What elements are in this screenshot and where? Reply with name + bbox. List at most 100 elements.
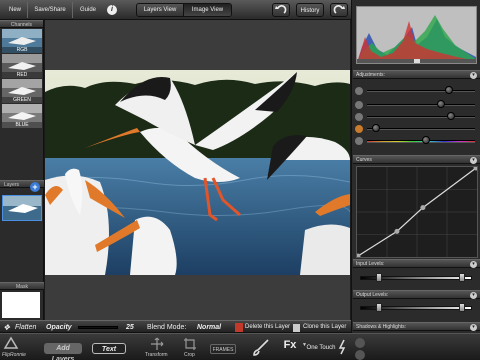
highlights-knob-icon[interactable]: [355, 350, 365, 360]
shadows-knob-icon[interactable]: [355, 338, 365, 348]
tab-layers-view[interactable]: Layers View: [137, 4, 184, 16]
slider-knob[interactable]: [447, 112, 455, 120]
channel-blue[interactable]: BLUE: [2, 104, 42, 128]
hue-slider[interactable]: [355, 124, 478, 134]
channel-rgb[interactable]: RGB: [2, 29, 42, 53]
shadows-highlights-header[interactable]: Shadows & Highlights: ▾: [353, 322, 480, 331]
delete-layer-button[interactable]: Delete this Layer: [245, 323, 290, 332]
app-logo-icon: [3, 336, 19, 349]
blend-mode-label: Blend Mode:: [147, 324, 187, 331]
pelican-photo: [45, 70, 350, 275]
clone-layer-button[interactable]: Clone this Layer: [303, 323, 346, 332]
slider-knob[interactable]: [445, 86, 453, 94]
opacity-label: Opacity: [46, 324, 72, 331]
curves-header[interactable]: Curves ▾: [353, 155, 480, 164]
divider: [27, 2, 28, 18]
guide-button[interactable]: Guide: [75, 3, 101, 17]
contrast-slider[interactable]: [355, 100, 478, 110]
slider-knob[interactable]: [437, 100, 445, 108]
clone-icon[interactable]: [293, 324, 300, 332]
shadows-highlights-title: Shadows & Highlights:: [356, 324, 407, 330]
channel-red[interactable]: RED: [2, 54, 42, 78]
chevron-down-icon: ▾: [470, 157, 477, 164]
photo-canvas[interactable]: [45, 70, 350, 275]
brightness-slider[interactable]: [355, 86, 478, 96]
add-layer-icon[interactable]: +: [30, 182, 40, 192]
adjustments-header[interactable]: Adjustments: ▾: [353, 70, 480, 79]
save-share-button[interactable]: Save/Share: [30, 3, 70, 17]
text-button[interactable]: Text: [92, 343, 126, 354]
contrast-icon: [355, 101, 363, 109]
channel-label: BLUE: [2, 122, 42, 128]
crop-icon[interactable]: [183, 337, 197, 351]
output-black-handle[interactable]: [376, 303, 382, 312]
flatten-icon[interactable]: ❖: [3, 323, 10, 332]
transform-icon[interactable]: [150, 337, 164, 351]
blend-mode-select[interactable]: Normal: [197, 323, 221, 332]
chevron-down-icon: ▾: [470, 261, 477, 268]
channels-header: Channels: [0, 20, 43, 28]
slider-track: [367, 104, 475, 106]
input-black-handle[interactable]: [376, 273, 382, 282]
curve-control-point[interactable]: [355, 253, 361, 259]
chevron-down-icon: ▾: [470, 324, 477, 331]
output-levels-header[interactable]: Output Levels: ▾: [353, 290, 480, 299]
curves-title: Curves: [356, 157, 372, 163]
channel-label: GREEN: [2, 97, 42, 103]
input-white-handle[interactable]: [459, 273, 465, 282]
history-button[interactable]: History: [296, 3, 324, 17]
flatten-button[interactable]: Flatten: [15, 323, 36, 332]
brush-icon[interactable]: [252, 338, 270, 356]
slider-track: [367, 116, 475, 118]
canvas-area[interactable]: [45, 20, 350, 320]
saturation-icon: [355, 113, 363, 121]
app-name: FlipRonnie: [2, 352, 26, 358]
new-button[interactable]: New: [4, 3, 26, 17]
slider-knob[interactable]: [422, 136, 430, 144]
curve-control-point[interactable]: [420, 205, 426, 211]
info-icon[interactable]: i: [107, 5, 117, 15]
mask-header: Mask: [0, 282, 44, 290]
frames-button[interactable]: FRAMES: [210, 344, 236, 354]
left-panel: Channels RGB RED GREEN BLUE Layers + Mas…: [0, 20, 44, 320]
chevron-down-icon: ▾: [470, 72, 477, 79]
slider-track: [367, 140, 475, 143]
add-layers-button[interactable]: Add Layers: [44, 343, 82, 360]
curve-graph[interactable]: [355, 165, 479, 259]
layer-thumbnail[interactable]: [2, 195, 42, 221]
trash-icon[interactable]: [235, 323, 243, 332]
input-levels-header[interactable]: Input Levels: ▾: [353, 259, 480, 268]
temperature-slider[interactable]: [355, 136, 478, 146]
magic-wand-icon[interactable]: [338, 339, 348, 355]
curve-control-point[interactable]: [394, 228, 400, 234]
undo-button[interactable]: [272, 3, 290, 17]
channel-green[interactable]: GREEN: [2, 79, 42, 103]
layer-properties-bar: ❖ Flatten Opacity 25 Blend Mode: Normal …: [0, 320, 351, 333]
mask-thumbnail[interactable]: [2, 292, 40, 318]
slider-knob[interactable]: [372, 124, 380, 132]
view-toggle: Layers View Image View: [136, 3, 232, 17]
histogram: [356, 6, 477, 64]
opacity-slider[interactable]: [78, 326, 118, 329]
divider: [72, 2, 73, 18]
slider-track: [367, 90, 475, 92]
output-levels-title: Output Levels:: [356, 292, 389, 298]
temperature-icon: [355, 137, 363, 145]
right-panel: Adjustments: ▾ Curves ▾ Input Levels: ▾ Out…: [351, 0, 480, 340]
fx-button[interactable]: Fx: [282, 340, 298, 351]
output-white-handle[interactable]: [459, 303, 465, 312]
one-touch-button[interactable]: One Touch: [306, 343, 336, 354]
curves-editor[interactable]: [355, 165, 479, 259]
channel-label: RED: [2, 72, 42, 78]
channel-label: RGB: [2, 47, 42, 53]
redo-icon: [333, 5, 345, 14]
brightness-icon: [355, 87, 363, 95]
adjustments-title: Adjustments:: [356, 72, 385, 78]
redo-button[interactable]: [330, 3, 348, 17]
transform-label: Transform: [145, 352, 168, 358]
tab-image-view[interactable]: Image View: [184, 4, 231, 16]
slider-track: [367, 128, 475, 130]
saturation-slider[interactable]: [355, 112, 478, 122]
input-levels-title: Input Levels:: [356, 261, 385, 267]
bottom-toolbar: FlipRonnie Add Layers Text Transform Cro…: [0, 333, 480, 360]
